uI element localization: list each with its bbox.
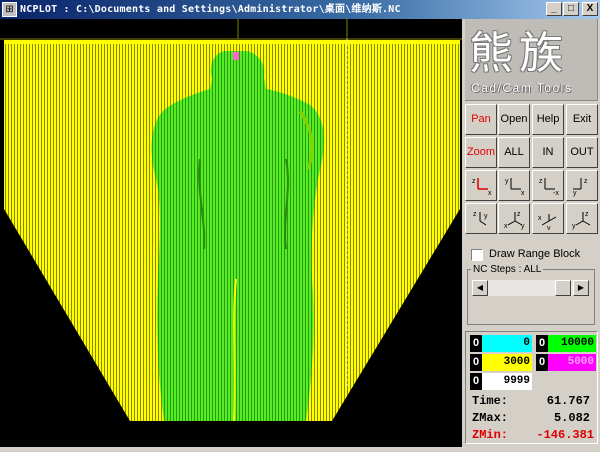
- logo-subtitle: Cad/Cam Tools: [471, 81, 573, 95]
- green-figure-region: [151, 51, 324, 421]
- time-value: 61.767: [546, 394, 590, 408]
- svg-text:y: y: [484, 213, 488, 220]
- view-yx-button[interactable]: yx: [498, 170, 530, 201]
- zoom-button[interactable]: Zoom: [465, 137, 497, 168]
- zmax-value: 5.082: [553, 411, 590, 425]
- draw-range-block-checkbox[interactable]: [471, 249, 483, 261]
- legend-index: 0: [536, 354, 548, 371]
- svg-text:y: y: [572, 223, 576, 230]
- control-panel: 熊族 Cad/Cam Tools Pan Open Help Exit Zoom…: [462, 19, 600, 447]
- zmin-value: -146.381: [536, 428, 594, 442]
- legend-index: 0: [536, 335, 548, 352]
- window-title: NCPLOT : C:\Documents and Settings\Admin…: [20, 4, 401, 15]
- legend-value-cyan[interactable]: 0: [482, 335, 532, 352]
- zmax-label: ZMax:: [472, 411, 509, 425]
- nc-steps-scrollbar[interactable]: ◀ ▶: [472, 280, 589, 296]
- view-zx-button[interactable]: zx: [465, 170, 497, 201]
- svg-text:x: x: [488, 190, 492, 197]
- svg-text:y: y: [573, 190, 577, 197]
- zoom-out-button[interactable]: OUT: [566, 137, 598, 168]
- legend-value-white[interactable]: 9999: [482, 373, 532, 390]
- view-zy-icon: zy: [573, 178, 588, 197]
- zmin-label: ZMin:: [472, 428, 509, 442]
- zoom-in-button[interactable]: IN: [532, 137, 564, 168]
- exit-button[interactable]: Exit: [566, 104, 598, 135]
- close-button[interactable]: X: [582, 2, 598, 16]
- nc-steps-label: NC Steps : ALL: [471, 264, 544, 275]
- svg-text:y: y: [547, 225, 551, 230]
- minimize-button[interactable]: _: [546, 2, 562, 16]
- legend-value-green[interactable]: 10000: [548, 335, 596, 352]
- legend-value-magenta[interactable]: 5000: [548, 354, 596, 371]
- color-legend-panel: 0 0 0 10000 0 3000 0 5000 0 9999 Time: 6…: [465, 331, 598, 444]
- zoom-all-button[interactable]: ALL: [498, 137, 530, 168]
- svg-text:x: x: [538, 215, 542, 222]
- view-xy-icon: xy: [538, 214, 557, 230]
- time-label: Time:: [472, 394, 509, 408]
- view-zy-button[interactable]: zy: [566, 170, 598, 201]
- toolpath-plot-canvas[interactable]: [0, 19, 462, 447]
- view-xz-button[interactable]: z x y: [498, 203, 530, 234]
- pan-button[interactable]: Pan: [465, 104, 497, 135]
- view-z-minus-x-button[interactable]: z -x: [532, 170, 564, 201]
- view-yx-icon: yx: [505, 178, 525, 197]
- help-button[interactable]: Help: [532, 104, 564, 135]
- svg-text:x: x: [504, 223, 508, 230]
- legend-value-yellow[interactable]: 3000: [482, 354, 532, 371]
- view-xz-icon: z x y: [504, 211, 525, 230]
- view-zy-iso-button[interactable]: zy: [465, 203, 497, 234]
- view-yz-icon: zy: [572, 211, 591, 230]
- scroll-left-arrow-icon[interactable]: ◀: [472, 280, 488, 296]
- scroll-thumb[interactable]: [555, 280, 571, 296]
- maximize-button[interactable]: □: [563, 2, 579, 16]
- legend-index: 0: [470, 354, 482, 371]
- legend-index: 0: [470, 335, 482, 352]
- svg-text:z: z: [517, 211, 521, 218]
- svg-text:z: z: [585, 211, 589, 218]
- svg-text:z: z: [584, 178, 588, 185]
- scroll-right-arrow-icon[interactable]: ▶: [573, 280, 589, 296]
- app-icon[interactable]: ⊞: [2, 2, 17, 17]
- legend-index: 0: [470, 373, 482, 390]
- svg-text:x: x: [521, 190, 525, 197]
- view-z-minus-x-icon: z -x: [539, 178, 559, 197]
- view-yz-button[interactable]: zy: [566, 203, 598, 234]
- nc-steps-group: [467, 269, 595, 325]
- view-zy-iso-icon: zy: [473, 211, 488, 226]
- view-xy-button[interactable]: xy: [532, 203, 564, 234]
- svg-text:-x: -x: [553, 190, 559, 197]
- logo-chinese-text: 熊族: [469, 28, 569, 79]
- draw-range-block-label: Draw Range Block: [489, 248, 581, 260]
- svg-text:z: z: [472, 178, 476, 185]
- svg-text:y: y: [521, 223, 525, 230]
- svg-text:y: y: [505, 178, 509, 185]
- view-zx-icon: zx: [472, 178, 492, 197]
- svg-text:z: z: [473, 211, 477, 218]
- svg-text:z: z: [539, 178, 543, 185]
- logo: 熊族 Cad/Cam Tools: [465, 19, 598, 101]
- toolpath-drawing: [0, 19, 462, 422]
- open-button[interactable]: Open: [498, 104, 530, 135]
